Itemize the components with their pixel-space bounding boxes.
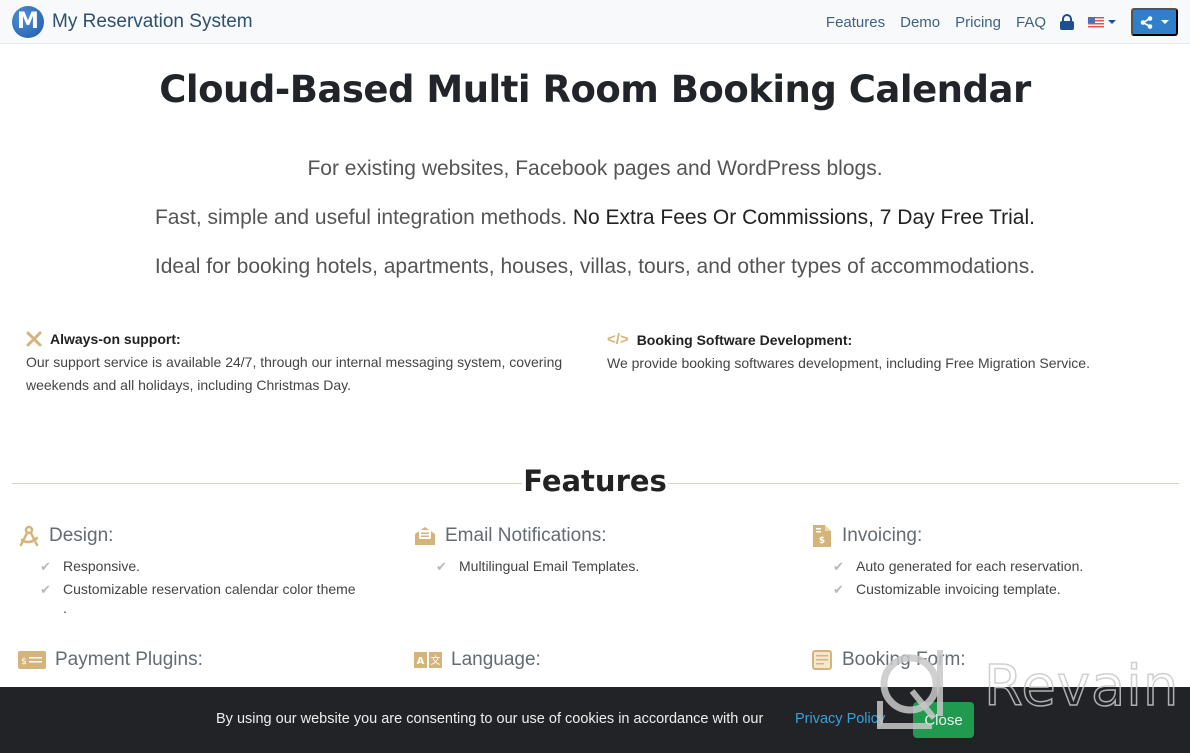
- hero-lead-2-highlight: No Extra Fees Or Commissions, 7 Day Free…: [572, 206, 1035, 229]
- nav-link-pricing[interactable]: Pricing: [955, 14, 1001, 31]
- form-icon: [811, 649, 833, 671]
- privacy-policy-link[interactable]: Privacy Policy: [795, 711, 885, 727]
- hero-lead-2-text: Fast, simple and useful integration meth…: [154, 206, 573, 229]
- feature-language: A文 Language:: [414, 649, 794, 671]
- support-text: Our support service is available 24/7, t…: [26, 354, 563, 393]
- list-item: ✔ Auto generated for each reservation.: [833, 555, 1190, 578]
- feature-list: ✔ Auto generated for each reservation. ✔ C…: [833, 555, 1190, 601]
- feature-title: Invoicing:: [842, 525, 923, 546]
- list-item-text: Multilingual Email Templates.: [459, 558, 640, 574]
- feature-title: Design:: [49, 525, 114, 546]
- check-icon: ✔: [40, 582, 51, 597]
- brand-name: My Reservation System: [52, 10, 253, 32]
- feature-title: Language:: [451, 649, 541, 670]
- us-flag-icon: [1088, 16, 1104, 28]
- list-item: ✔ Customizable invoicing template.: [833, 578, 1190, 601]
- check-icon: ✔: [40, 559, 51, 574]
- share-button[interactable]: [1131, 8, 1178, 36]
- feature-heading: $ Invoicing:: [811, 525, 1190, 547]
- navbar: M My Reservation System Features Demo Pr…: [0, 0, 1190, 44]
- svg-text:$: $: [21, 657, 27, 667]
- development-text: We provide booking softwares development…: [607, 355, 1090, 371]
- list-item-text: Customizable reservation calendar color …: [63, 581, 356, 597]
- support-heading: Always-on support:: [26, 331, 586, 347]
- brand-link[interactable]: M My Reservation System: [12, 5, 253, 38]
- trailing-text: .: [63, 600, 67, 616]
- development-heading: </> Booking Software Development:: [607, 331, 1167, 348]
- feature-heading: Booking Form:: [811, 649, 1190, 671]
- feature-heading: A文 Language:: [414, 649, 794, 671]
- feature-email-notifications: Email Notifications: ✔ Multilingual Email…: [414, 525, 794, 578]
- list-item-text: Responsive.: [63, 558, 141, 574]
- hero-lead-3: Ideal for booking hotels, apartments, ho…: [154, 255, 1036, 278]
- nav-link-faq[interactable]: FAQ: [1016, 14, 1046, 31]
- svg-text:$: $: [819, 536, 825, 546]
- feature-heading: Email Notifications:: [414, 525, 794, 547]
- feature-list: ✔ Responsive. ✔ Customizable reservation c…: [40, 555, 398, 601]
- money-check-icon: $: [18, 649, 46, 671]
- language-dropdown[interactable]: [1088, 16, 1116, 28]
- brand-logo-icon: M: [12, 5, 44, 38]
- features-heading: Features: [523, 464, 667, 498]
- feature-heading: Design:: [18, 525, 398, 547]
- list-item: ✔ Responsive.: [40, 555, 398, 578]
- feature-title: Email Notifications:: [445, 525, 607, 546]
- feature-title: Payment Plugins:: [55, 649, 203, 670]
- nav-link-features[interactable]: Features: [826, 14, 885, 31]
- chevron-down-icon: [1108, 20, 1116, 24]
- envelope-open-icon: [414, 525, 436, 547]
- list-item: ✔ Multilingual Email Templates.: [436, 555, 794, 578]
- check-icon: ✔: [833, 582, 844, 597]
- check-icon: ✔: [833, 559, 844, 574]
- compass-drafting-icon: [18, 525, 40, 547]
- chevron-down-icon: [1161, 20, 1169, 24]
- features-section-header: Features: [12, 463, 1179, 503]
- feature-booking-form: Booking Form:: [811, 649, 1190, 671]
- share-icon: [1140, 15, 1153, 29]
- hero-lead-2: Fast, simple and useful integration meth…: [0, 206, 1190, 230]
- list-item-text: Auto generated for each reservation.: [856, 558, 1084, 574]
- nav-menu: Features Demo Pricing FAQ: [811, 0, 1178, 44]
- tools-icon: [26, 331, 42, 347]
- close-button[interactable]: Close: [913, 702, 974, 738]
- support-title: Always-on support:: [50, 331, 181, 347]
- list-item-text: Customizable invoicing template.: [856, 581, 1061, 597]
- feature-heading: $ Payment Plugins:: [18, 649, 398, 671]
- feature-title: Booking Form:: [842, 649, 966, 670]
- nav-link-demo[interactable]: Demo: [900, 14, 940, 31]
- page-title: Cloud-Based Multi Room Booking Calendar: [159, 68, 1031, 111]
- svg-text:文: 文: [431, 654, 441, 667]
- divider-line: [12, 483, 522, 484]
- invoice-dollar-icon: $: [811, 525, 833, 547]
- cookie-consent-bar: By using our website you are consenting …: [0, 687, 1190, 753]
- code-icon: </>: [607, 331, 629, 348]
- lock-icon[interactable]: [1060, 14, 1074, 30]
- development-title: Booking Software Development:: [636, 331, 853, 348]
- hero-lead-1: For existing websites, Facebook pages an…: [307, 157, 883, 180]
- feature-list: ✔ Multilingual Email Templates.: [436, 555, 794, 578]
- svg-text:A: A: [417, 656, 425, 667]
- feature-payment-plugins: $ Payment Plugins:: [18, 649, 398, 671]
- feature-invoicing: $ Invoicing: ✔ Auto generated for each re…: [811, 525, 1190, 601]
- divider-line: [668, 483, 1179, 484]
- feature-design: Design: ✔ Responsive. ✔ Customizable reser…: [18, 525, 398, 615]
- list-item: ✔ Customizable reservation calendar color…: [40, 578, 398, 601]
- check-icon: ✔: [436, 559, 447, 574]
- cookie-text: By using our website you are consenting …: [216, 711, 764, 727]
- support-info: Always-on support: Our support service i…: [26, 331, 586, 397]
- language-icon: A文: [414, 649, 442, 671]
- development-info: </> Booking Software Development: We pro…: [607, 331, 1167, 375]
